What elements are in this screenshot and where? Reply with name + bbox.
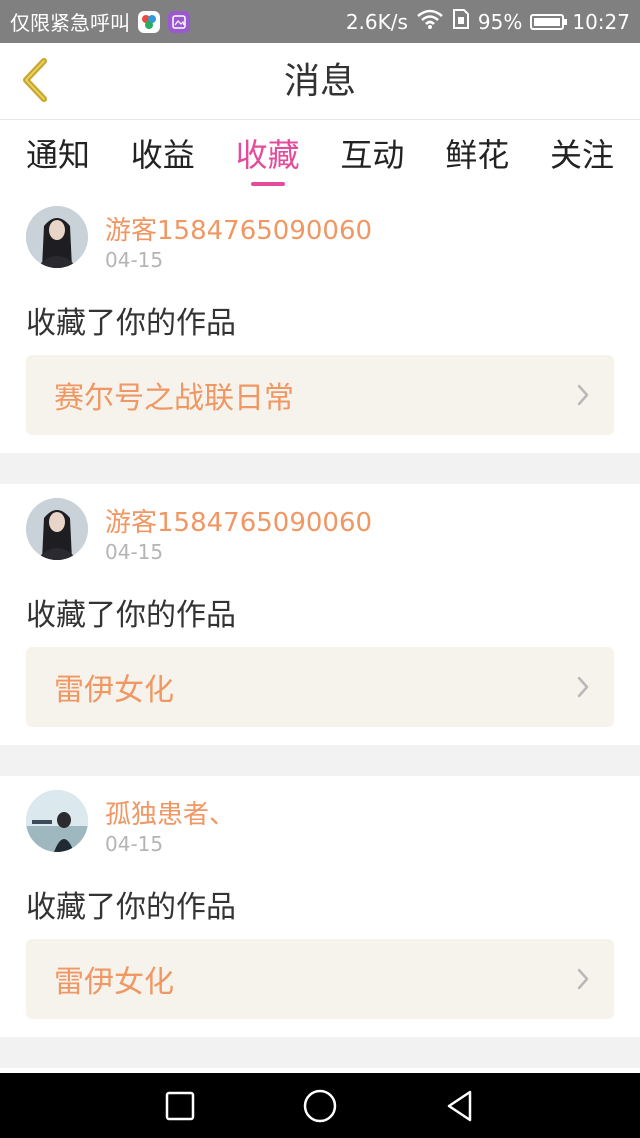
- username[interactable]: 游客1584765090060: [105, 210, 372, 247]
- page-title: 消息: [283, 61, 356, 102]
- status-left: 仅限紧急呼叫: [10, 7, 190, 36]
- carrier-text: 仅限紧急呼叫: [10, 11, 130, 35]
- chevron-right-icon: [577, 676, 589, 698]
- message-card: 游客1584765090060 04-15 收藏了你的作品 雷伊女化: [0, 484, 640, 745]
- home-icon: [303, 1089, 337, 1122]
- message-date: 04-15: [105, 832, 164, 856]
- home-button[interactable]: [297, 1083, 343, 1129]
- chevron-right-icon: [577, 968, 589, 990]
- avatar[interactable]: [26, 206, 88, 268]
- status-right: 2.6K/s 95% 10:27: [346, 8, 630, 35]
- status-time: 10:27: [572, 9, 630, 34]
- recent-apps-icon: [165, 1091, 195, 1120]
- tab-bar: 通知 收益 收藏 互动 鲜花 关注: [0, 120, 640, 192]
- gallery-badge-icon: [168, 10, 190, 33]
- action-text: 收藏了你的作品: [26, 306, 236, 341]
- message-date: 04-15: [105, 248, 164, 272]
- username[interactable]: 孤独患者、: [105, 794, 235, 831]
- status-bar: 仅限紧急呼叫 2.6K/s 95% 10:27: [0, 0, 640, 43]
- work-title: 赛尔号之战联日常: [54, 381, 294, 416]
- tab-flowers[interactable]: 鲜花: [445, 120, 509, 192]
- sim-icon: [452, 8, 470, 35]
- work-link[interactable]: 雷伊女化: [26, 939, 614, 1019]
- back-nav-button[interactable]: [437, 1083, 483, 1129]
- tab-interactions[interactable]: 互动: [340, 120, 404, 192]
- battery-percent: 95%: [477, 9, 523, 34]
- wifi-icon: [416, 8, 444, 35]
- recent-apps-button[interactable]: [157, 1083, 203, 1129]
- tab-notifications[interactable]: 通知: [26, 120, 90, 192]
- message-card: 孤独患者、 04-15 收藏了你的作品 雷伊女化: [0, 776, 640, 1037]
- system-nav-bar: [0, 1073, 640, 1138]
- action-text: 收藏了你的作品: [26, 890, 236, 925]
- tab-earnings[interactable]: 收益: [131, 120, 195, 192]
- battery-icon: [530, 13, 568, 30]
- work-title: 雷伊女化: [54, 673, 174, 708]
- work-link[interactable]: 雷伊女化: [26, 647, 614, 727]
- message-list: 游客1584765090060 04-15 收藏了你的作品 赛尔号之战联日常 游…: [0, 192, 640, 1108]
- avatar[interactable]: [26, 498, 88, 560]
- action-text: 收藏了你的作品: [26, 598, 236, 633]
- username[interactable]: 游客1584765090060: [105, 502, 372, 539]
- work-link[interactable]: 赛尔号之战联日常: [26, 355, 614, 435]
- chevron-right-icon: [577, 384, 589, 406]
- network-speed: 2.6K/s: [345, 9, 408, 34]
- avatar[interactable]: [26, 790, 88, 852]
- header: 消息: [0, 43, 640, 120]
- back-icon: [447, 1090, 472, 1121]
- work-title: 雷伊女化: [54, 965, 174, 1000]
- tab-follows[interactable]: 关注: [550, 120, 614, 192]
- message-card: 游客1584765090060 04-15 收藏了你的作品 赛尔号之战联日常: [0, 192, 640, 453]
- message-date: 04-15: [105, 540, 164, 564]
- app-badge-icon: [138, 10, 160, 33]
- tab-favorites[interactable]: 收藏: [236, 120, 300, 192]
